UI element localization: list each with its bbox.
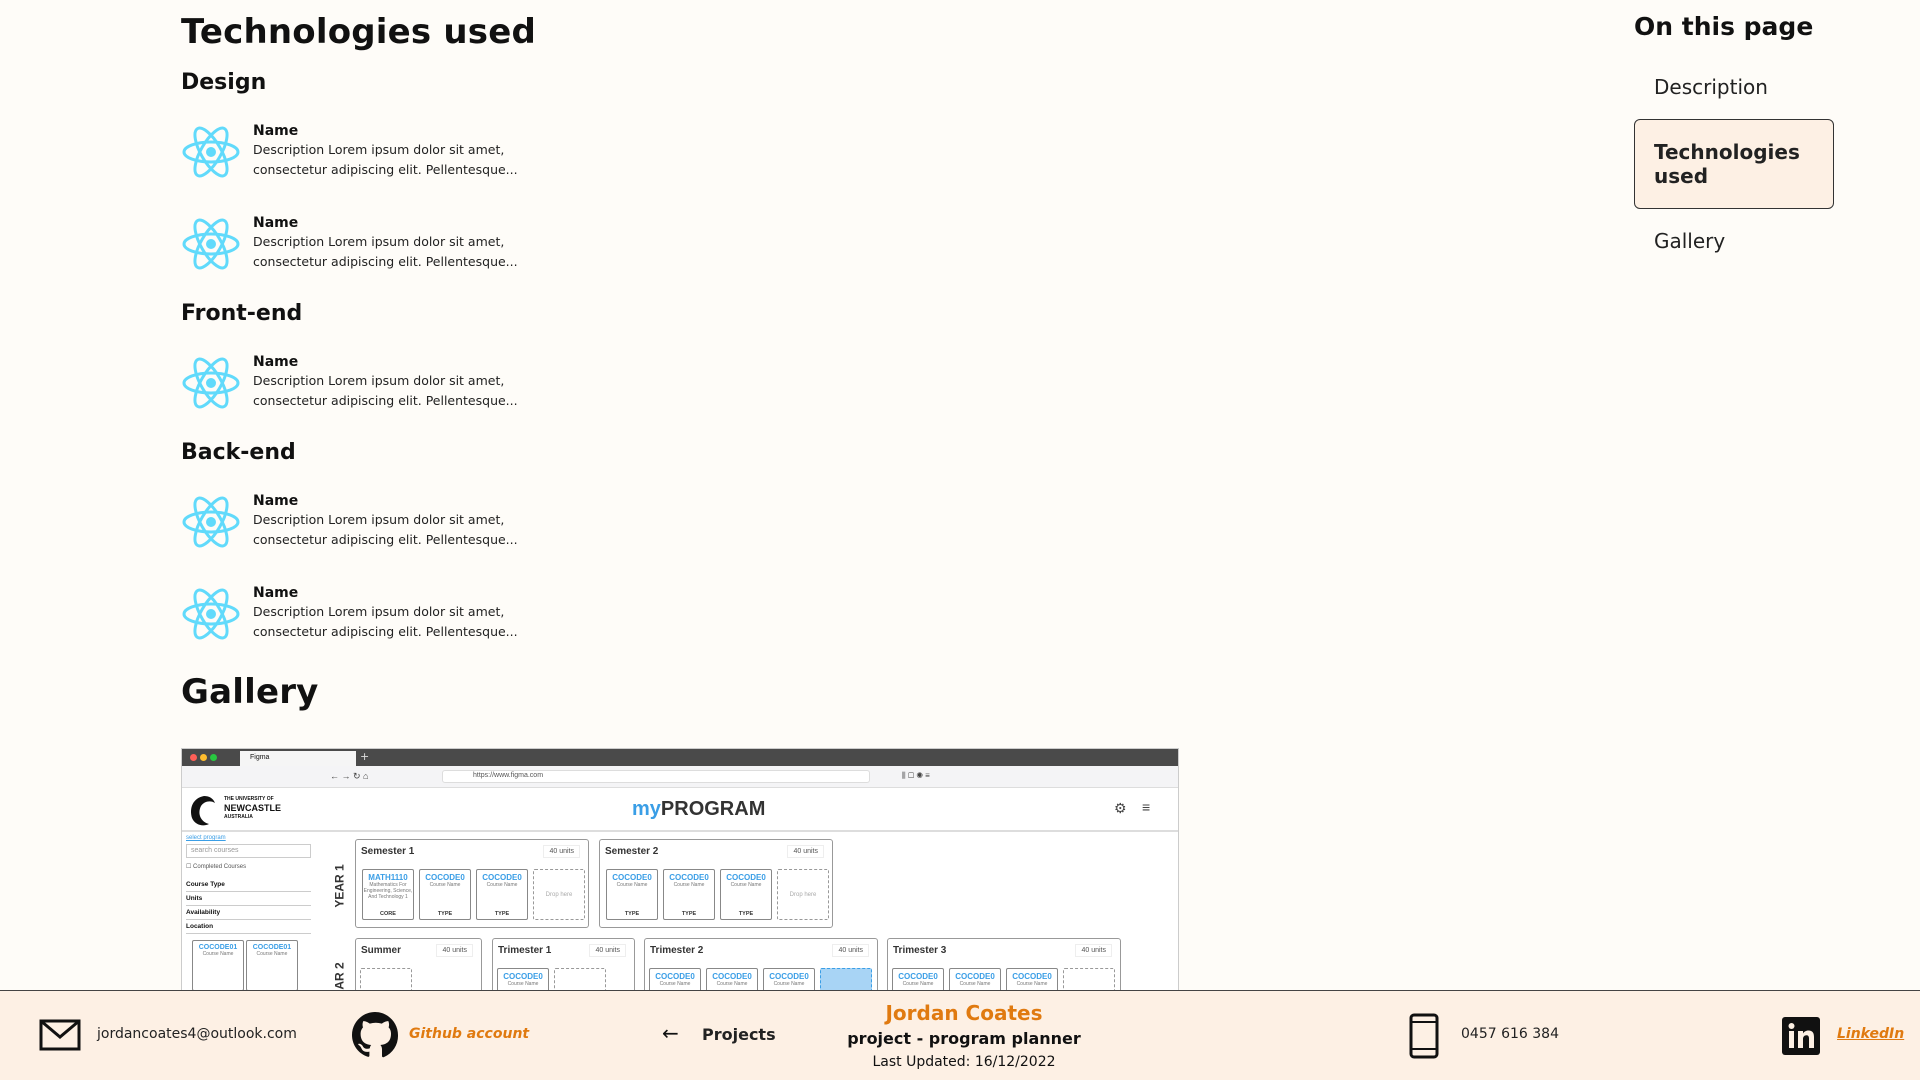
- url-field: https://www.figma.com: [442, 770, 870, 783]
- react-icon: [182, 357, 240, 409]
- year-1-label: YEAR 1: [332, 864, 347, 908]
- browser-titlebar: Figma +: [182, 749, 1178, 766]
- filter-availability: Availability: [186, 906, 311, 920]
- course-card: COCODE0 Course Name TYPE: [606, 869, 658, 920]
- toc-link-description[interactable]: Description: [1634, 63, 1834, 111]
- github-icon[interactable]: [351, 1011, 399, 1059]
- filter-location: Location: [186, 920, 311, 934]
- filter-course-type: Course Type: [186, 878, 311, 892]
- semester-card: Trimester 1 40 units COCODE0 Course Name: [492, 938, 635, 992]
- phone-icon: [1409, 1013, 1439, 1059]
- tech-description: Description Lorem ipsum dolor sit amet, …: [253, 142, 518, 177]
- footer: jordancoates4@outlook.com Github account…: [0, 990, 1920, 1080]
- react-icon: [182, 496, 240, 548]
- phone-number: 0457 616 384: [1461, 1026, 1559, 1042]
- author-name: Jordan Coates: [885, 1001, 1043, 1025]
- github-link[interactable]: Github account: [409, 1026, 529, 1042]
- tech-item: Name Description Lorem ipsum dolor sit a…: [181, 490, 543, 582]
- year-2-label: YEAR 2: [332, 962, 347, 993]
- course-sidebar: select program search courses ☐ Complete…: [186, 835, 311, 991]
- tech-name: Name: [253, 354, 299, 370]
- menu-icon: ≡: [1142, 799, 1151, 815]
- course-search-input: search courses: [186, 844, 311, 858]
- drop-zone: Drop here: [533, 869, 585, 920]
- browser-urlbar: ← → ↻ ⌂ https://www.figma.com ⫼ ▢ ◉ ≡: [182, 766, 1178, 788]
- last-updated: Last Updated: 16/12/2022: [872, 1054, 1056, 1070]
- minimize-dot: [200, 754, 207, 761]
- university-logo: THE UNIVERSITY OF NEWCASTLE AUSTRALIA: [224, 796, 281, 820]
- tech-item: Name Description Lorem ipsum dolor sit a…: [181, 212, 543, 304]
- semester-card: Trimester 2 40 units COCODE0 Course Name …: [644, 938, 878, 992]
- technologies-heading: Technologies used: [181, 12, 537, 52]
- course-card: COCODE0 Course Name TYPE: [663, 869, 715, 920]
- nav-arrows-icon: ← → ↻ ⌂: [330, 771, 369, 781]
- sidebar-course-card: COCODE01 Course Name: [245, 940, 298, 991]
- course-card: MATH1110 Mathematics For Engineering, Sci…: [362, 869, 414, 920]
- sidebar-course-card: COCODE01 Course Name: [192, 940, 244, 991]
- tech-description: Description Lorem ipsum dolor sit amet, …: [253, 373, 518, 408]
- semester-card: Summer 40 units: [355, 938, 482, 992]
- tech-name: Name: [253, 585, 299, 601]
- course-card: COCODE0 Course Name TYPE: [476, 869, 528, 920]
- linkedin-icon[interactable]: [1782, 1017, 1820, 1055]
- react-icon: [182, 588, 240, 640]
- toc-link-gallery[interactable]: Gallery: [1634, 217, 1834, 265]
- react-icon: [182, 126, 240, 178]
- completed-courses-checkbox: ☐ Completed Courses: [186, 864, 247, 870]
- linkedin-link[interactable]: LinkedIn: [1837, 1026, 1904, 1042]
- backend-heading: Back-end: [181, 440, 296, 465]
- toc-link-technologies[interactable]: Technologies used: [1634, 119, 1834, 209]
- browser-tools-icon: ⫼ ▢ ◉ ≡: [902, 771, 930, 780]
- toc-title: On this page: [1634, 12, 1814, 41]
- close-dot: [190, 754, 197, 761]
- semester-card: Semester 1 40 units MATH1110 Mathematics …: [355, 839, 589, 928]
- mail-icon[interactable]: [39, 1019, 81, 1051]
- course-card: COCODE0 Course Name TYPE: [419, 869, 471, 920]
- app-header: THE UNIVERSITY OF NEWCASTLE AUSTRALIA my…: [182, 788, 1178, 832]
- project-title: project - program planner: [847, 1029, 1081, 1048]
- tech-description: Description Lorem ipsum dolor sit amet, …: [253, 234, 518, 269]
- tech-description: Description Lorem ipsum dolor sit amet, …: [253, 512, 518, 547]
- university-crest-icon: [191, 796, 215, 826]
- on-this-page-nav: On this page Description Technologies us…: [1634, 12, 1834, 265]
- gallery-heading: Gallery: [181, 672, 319, 712]
- projects-link[interactable]: Projects: [702, 1025, 776, 1044]
- myprogram-brand: myPROGRAM: [632, 798, 766, 820]
- tech-item: Name Description Lorem ipsum dolor sit a…: [181, 351, 543, 443]
- tech-name: Name: [253, 123, 299, 139]
- filter-units: Units: [186, 892, 311, 906]
- gallery-image[interactable]: Figma + ← → ↻ ⌂ https://www.figma.com ⫼ …: [181, 748, 1179, 993]
- semester-card: Trimester 3 40 units COCODE0 Course Name …: [887, 938, 1121, 992]
- tech-item: Name Description Lorem ipsum dolor sit a…: [181, 120, 543, 212]
- design-heading: Design: [181, 70, 267, 95]
- gear-icon: ⚙: [1114, 800, 1127, 816]
- new-tab-icon: +: [360, 750, 370, 763]
- tech-name: Name: [253, 493, 299, 509]
- tech-item: Name Description Lorem ipsum dolor sit a…: [181, 582, 543, 674]
- react-icon: [182, 218, 240, 270]
- maximize-dot: [210, 754, 217, 761]
- course-card: COCODE0 Course Name TYPE: [720, 869, 772, 920]
- browser-tab: Figma: [240, 751, 356, 766]
- tech-description: Description Lorem ipsum dolor sit amet, …: [253, 604, 518, 639]
- drop-zone: Drop here: [777, 869, 829, 920]
- arrow-left-icon[interactable]: ←: [662, 1021, 679, 1045]
- email-text[interactable]: jordancoates4@outlook.com: [97, 1026, 297, 1042]
- semester-card: Semester 2 40 units COCODE0 Course Name TY…: [599, 839, 833, 928]
- frontend-heading: Front-end: [181, 301, 303, 326]
- tech-name: Name: [253, 215, 299, 231]
